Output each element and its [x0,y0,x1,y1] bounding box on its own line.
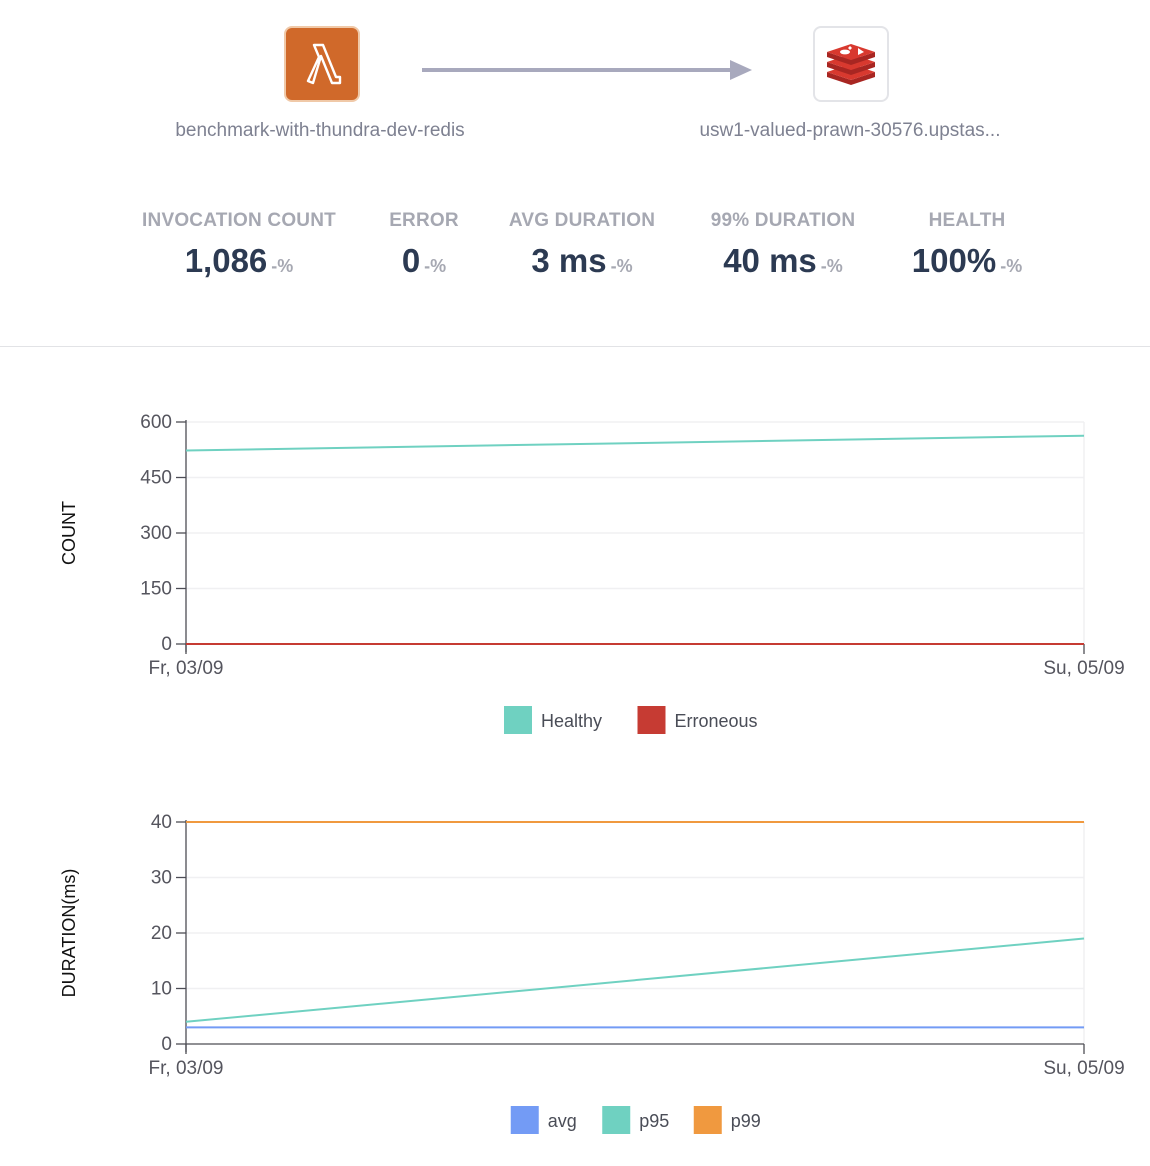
section-divider [0,346,1150,347]
duration-chart: 0 10 20 30 40 Fr, 03/09 Su, 05/09 DURATION(ms) a… [59,812,1125,1134]
count-chart: 0 150 300 450 600 Fr, 03/09 Su, 05/09 COUNT Heal… [59,412,1125,734]
x-tick-label: Fr, 03/09 [149,1058,224,1079]
y-axis-label: DURATION(ms) [59,869,79,998]
y-axis-label: COUNT [59,501,79,565]
stat-value: 0 [401,242,421,279]
legend-label[interactable]: Healthy [541,711,602,731]
x-tick-label: Su, 05/09 [1043,1058,1124,1079]
aws-lambda-icon [306,43,342,85]
stat-title: INVOCATION COUNT [142,210,336,231]
stat-title: 99% DURATION [710,210,856,231]
stat-avg-duration: AVG DURATION 3 ms -% [502,210,662,280]
y-tick-label: 600 [140,412,172,433]
legend-label[interactable]: p99 [731,1111,761,1131]
target-service-node[interactable] [813,26,889,102]
stat-change: -% [610,256,633,276]
y-tick-label: 30 [151,868,172,889]
redis-icon [827,44,875,85]
stat-invocation-count: INVOCATION COUNT 1,086 -% [134,210,344,280]
source-service-node[interactable] [284,26,360,102]
stat-change: -% [1000,256,1023,276]
y-tick-label: 450 [140,468,172,489]
target-service-name[interactable]: usw1-valued-prawn-30576.upstas... [640,120,1060,142]
legend-swatch[interactable] [510,1106,539,1134]
stat-value: 1,086 [184,242,268,279]
stat-value: 3 ms [531,242,607,279]
flow-arrow-icon [422,60,752,80]
series-line-p95 [185,937,1085,1023]
x-tick-label: Su, 05/09 [1043,658,1124,679]
legend-swatch[interactable] [693,1106,722,1134]
y-tick-label: 0 [161,634,172,655]
y-tick-label: 150 [140,579,172,600]
y-tick-label: 10 [151,979,172,1000]
legend-label[interactable]: avg [548,1111,577,1131]
stat-title: AVG DURATION [508,210,656,231]
y-tick-label: 40 [151,812,172,833]
series-line-healthy [185,434,1085,452]
y-tick-label: 0 [161,1034,172,1055]
legend-swatch[interactable] [637,706,666,734]
legend-label[interactable]: p95 [639,1111,669,1131]
stat-change: -% [424,256,447,276]
stat-title: HEALTH [928,210,1006,231]
x-tick-label: Fr, 03/09 [149,658,224,679]
y-tick-label: 300 [140,523,172,544]
stat-title: ERROR [389,210,459,231]
stat-change: -% [271,256,294,276]
stat-value: 40 ms [723,242,817,279]
legend-swatch[interactable] [504,706,532,734]
source-service-name[interactable]: benchmark-with-thundra-dev-redis [120,120,520,142]
stat-health: HEALTH 100% -% [892,210,1042,280]
stat-value: 100% [911,242,997,279]
legend-label[interactable]: Erroneous [675,711,758,731]
y-tick-label: 20 [151,923,172,944]
legend-swatch[interactable] [602,1106,631,1134]
stat-p99-duration: 99% DURATION 40 ms -% [700,210,866,280]
stat-change: -% [820,256,843,276]
stat-error: ERROR 0 -% [374,210,474,280]
